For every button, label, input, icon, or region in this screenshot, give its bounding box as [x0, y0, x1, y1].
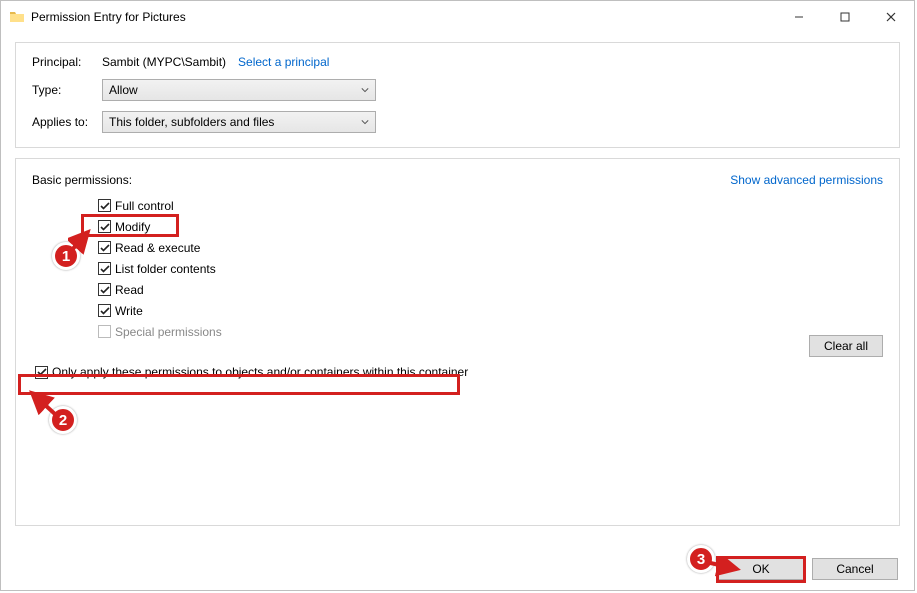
only-apply-label: Only apply these permissions to objects …: [52, 365, 468, 379]
annotation-badge-3: 3: [687, 545, 715, 573]
checkbox-special: [98, 325, 111, 338]
perm-special: Special permissions: [98, 321, 883, 342]
perm-label: Read & execute: [115, 241, 200, 255]
window-title: Permission Entry for Pictures: [31, 10, 776, 24]
perm-list-folder: List folder contents: [98, 258, 883, 279]
principal-label: Principal:: [32, 55, 102, 69]
cancel-button[interactable]: Cancel: [812, 558, 898, 580]
perm-modify: Modify: [98, 216, 883, 237]
perm-label: Read: [115, 283, 144, 297]
principal-value: Sambit (MYPC\Sambit): [102, 55, 226, 69]
maximize-button[interactable]: [822, 1, 868, 32]
basic-permissions-label: Basic permissions:: [32, 173, 132, 187]
perm-label: Full control: [115, 199, 174, 213]
perm-label: Write: [115, 304, 143, 318]
checkbox-read[interactable]: [98, 283, 111, 296]
perm-label: List folder contents: [115, 262, 216, 276]
chevron-down-icon: [361, 115, 369, 129]
content-area: Principal: Sambit (MYPC\Sambit) Select a…: [1, 32, 914, 536]
applies-to-label: Applies to:: [32, 115, 102, 129]
permissions-list: Full control Modify Read & execute List …: [98, 195, 883, 342]
checkbox-write[interactable]: [98, 304, 111, 317]
dialog-footer: OK Cancel: [718, 558, 898, 580]
chevron-down-icon: [361, 83, 369, 97]
titlebar: Permission Entry for Pictures: [1, 1, 914, 32]
applies-to-value: This folder, subfolders and files: [109, 115, 274, 129]
perm-read-execute: Read & execute: [98, 237, 883, 258]
show-advanced-link[interactable]: Show advanced permissions: [730, 173, 883, 187]
checkbox-modify[interactable]: [98, 220, 111, 233]
only-apply-row: Only apply these permissions to objects …: [35, 365, 468, 379]
select-principal-link[interactable]: Select a principal: [238, 55, 329, 69]
window-controls: [776, 1, 914, 32]
checkbox-full-control[interactable]: [98, 199, 111, 212]
clear-all-button[interactable]: Clear all: [809, 335, 883, 357]
perm-read: Read: [98, 279, 883, 300]
type-label: Type:: [32, 83, 102, 97]
type-select-value: Allow: [109, 83, 138, 97]
checkbox-read-execute[interactable]: [98, 241, 111, 254]
perm-label: Special permissions: [115, 325, 222, 339]
minimize-button[interactable]: [776, 1, 822, 32]
folder-icon: [9, 9, 25, 25]
perm-label: Modify: [115, 220, 150, 234]
perm-full-control: Full control: [98, 195, 883, 216]
close-button[interactable]: [868, 1, 914, 32]
applies-to-select[interactable]: This folder, subfolders and files: [102, 111, 376, 133]
permissions-group: Basic permissions: Show advanced permiss…: [15, 158, 900, 526]
type-select[interactable]: Allow: [102, 79, 376, 101]
checkbox-only-apply[interactable]: [35, 366, 48, 379]
permission-entry-window: Permission Entry for Pictures Principal:…: [0, 0, 915, 591]
ok-button[interactable]: OK: [718, 558, 804, 580]
header-group: Principal: Sambit (MYPC\Sambit) Select a…: [15, 42, 900, 148]
checkbox-list-folder[interactable]: [98, 262, 111, 275]
perm-write: Write: [98, 300, 883, 321]
